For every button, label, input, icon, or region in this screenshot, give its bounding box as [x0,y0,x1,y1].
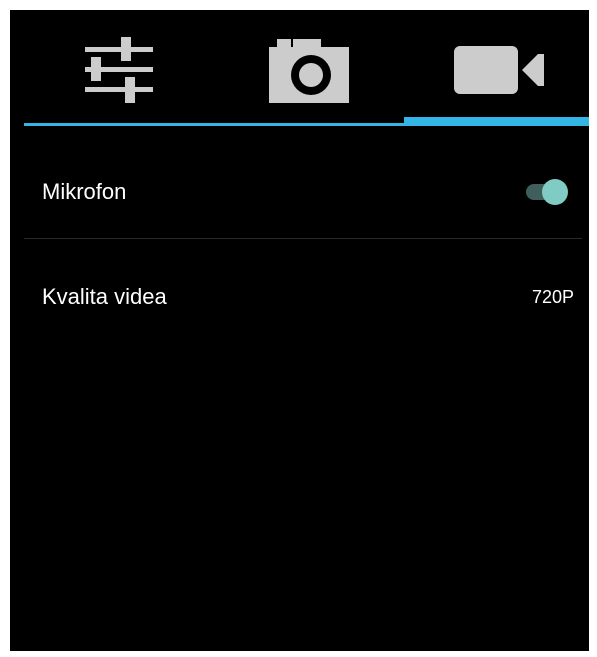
video-camera-icon [452,44,546,96]
tab-video-settings[interactable] [404,20,589,120]
selected-tab-indicator [404,117,589,126]
tab-general-settings[interactable] [24,20,214,120]
camera-icon [267,37,351,103]
video-quality-label: Kvalita videa [42,284,167,309]
microphone-toggle[interactable] [524,179,570,205]
video-quality-setting-row[interactable]: Kvalita videa 720P [24,242,582,352]
list-divider [24,238,582,239]
tab-photo-settings[interactable] [214,20,404,120]
tab-bar [24,20,589,124]
settings-screen: Mikrofon Kvalita videa 720P [8,8,591,653]
sliders-icon [79,37,159,103]
microphone-label: Mikrofon [42,179,127,204]
video-quality-value: 720P [531,286,574,307]
microphone-setting-row[interactable]: Mikrofon [24,146,582,238]
toggle-thumb [542,179,568,205]
